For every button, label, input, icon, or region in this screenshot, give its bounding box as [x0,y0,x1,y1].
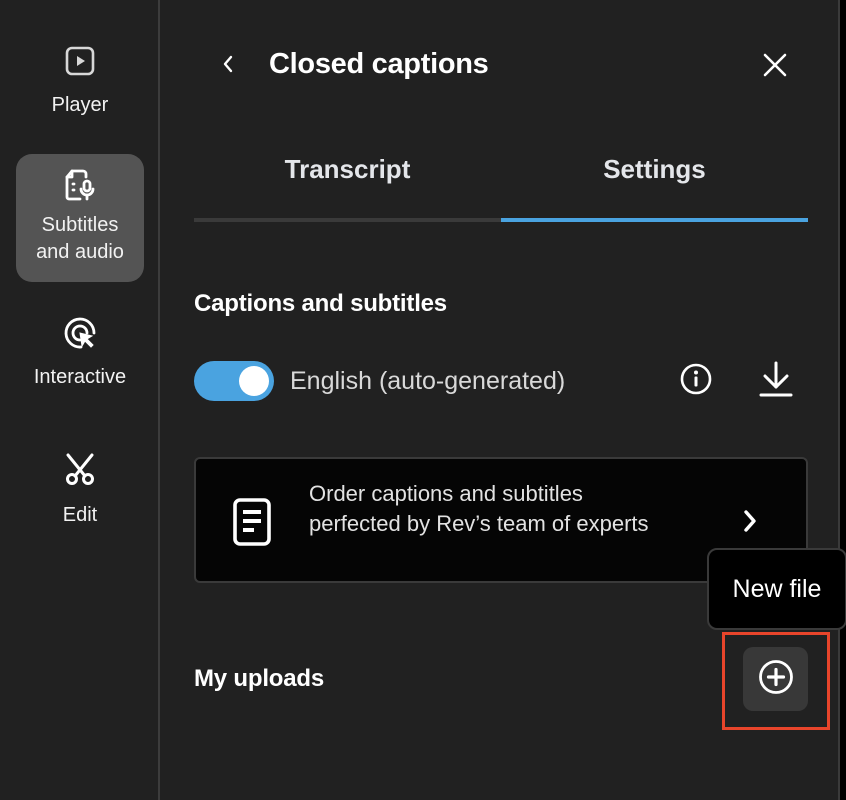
back-button[interactable] [212,50,244,82]
close-icon [762,52,788,83]
sidebar-item-label: Interactive [33,366,127,388]
plus-circle-icon [758,659,794,700]
panel-title: Closed captions [269,48,489,80]
chevron-left-icon [221,53,235,80]
interactive-cursor-icon [63,316,97,350]
tab-bar: Transcript Settings [194,150,808,222]
sidebar-item-player[interactable]: Player [16,40,144,140]
subtitles-audio-icon [63,168,97,202]
sidebar: Player Subtitles and audio Interactive E… [0,0,160,800]
sidebar-item-label: Subtitles and audio [36,214,124,263]
download-button[interactable] [755,360,797,402]
captions-section-title: Captions and subtitles [194,290,447,317]
app-window: Player Subtitles and audio Interactive E… [0,0,846,800]
sidebar-item-edit[interactable]: Edit [16,448,144,538]
toggle-knob [239,366,269,396]
sidebar-item-label: Edit [62,504,98,526]
sidebar-item-subtitles-and-audio[interactable]: Subtitles and audio [16,154,144,282]
order-captions-text: Order captions and subtitles perfected b… [309,481,649,536]
info-icon [680,363,712,400]
info-button[interactable] [679,363,713,400]
chevron-right-icon [738,507,762,535]
tab-transcript[interactable]: Transcript [194,150,501,222]
uploads-section-title: My uploads [194,665,325,692]
scissors-icon [63,452,97,486]
play-icon [63,44,97,78]
new-file-tooltip: New file [707,548,846,630]
document-icon [232,497,272,547]
new-file-button[interactable] [743,647,808,711]
tab-settings[interactable]: Settings [501,150,808,222]
sidebar-item-label: Player [51,94,109,116]
sidebar-item-interactive[interactable]: Interactive [16,312,144,402]
caption-track-label: English (auto-generated) [290,367,566,395]
download-icon [757,360,795,403]
captions-toggle[interactable] [194,361,274,401]
close-button[interactable] [758,50,792,84]
